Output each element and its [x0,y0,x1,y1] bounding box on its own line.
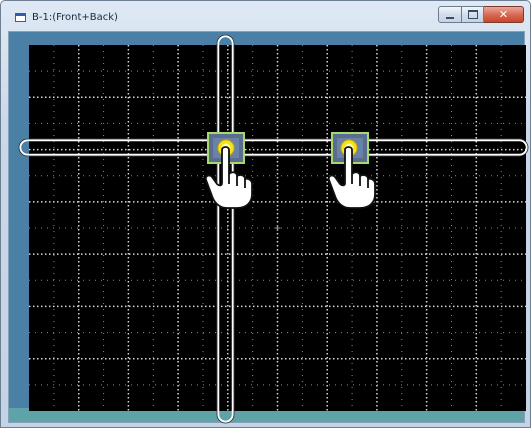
minimize-icon [446,16,454,19]
window-controls: ✕ [438,6,524,25]
title-bar[interactable]: B-1:(Front+Back) ✕ [1,1,530,31]
maximize-icon [467,10,478,19]
touch-canvas[interactable] [29,45,526,411]
window-icon [15,13,26,22]
client-area [8,31,526,423]
application-window: B-1:(Front+Back) ✕ [0,0,531,428]
close-icon: ✕ [498,8,509,21]
maximize-button[interactable] [462,6,484,23]
center-crosshair-icon [274,225,281,231]
minimize-button[interactable] [438,6,462,23]
window-title: B-1:(Front+Back) [32,12,118,23]
close-button[interactable]: ✕ [484,6,524,23]
grid-layer [29,45,526,411]
